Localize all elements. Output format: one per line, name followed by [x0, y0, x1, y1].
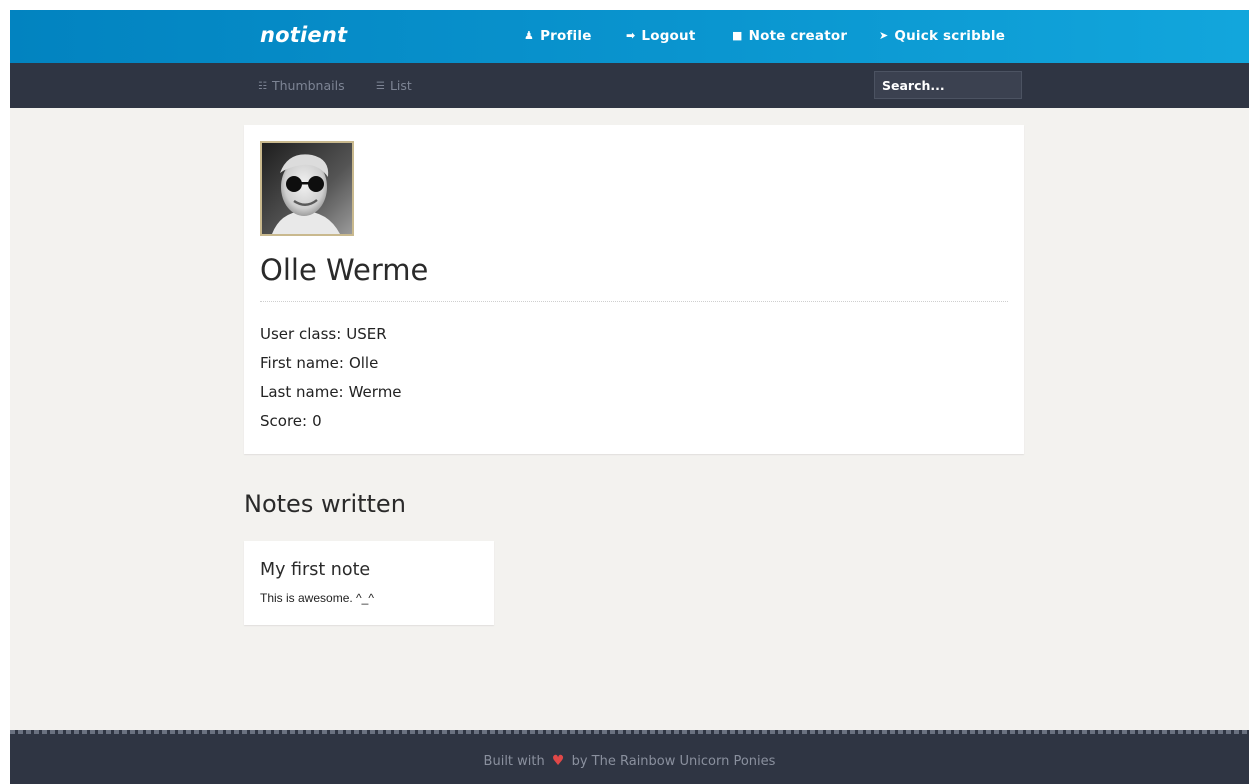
search-input[interactable] [874, 71, 1022, 99]
note-card[interactable]: My first note This is awesome. ^_^ [244, 541, 494, 625]
field-user-class-label: User class: [260, 325, 342, 343]
nav-logout[interactable]: ➡ Logout [626, 28, 696, 44]
field-user-class-value: USER [346, 325, 387, 343]
page-footer: Built with ♥ by The Rainbow Unicorn Poni… [10, 730, 1249, 784]
view-thumbnails-link[interactable]: ☷ Thumbnails [258, 78, 345, 93]
nav-profile[interactable]: ♟ Profile [524, 28, 592, 44]
nav-note-creator-label: Note creator [748, 28, 848, 44]
brand-logo[interactable]: notient [260, 23, 347, 47]
avatar-photo [262, 143, 352, 234]
avatar [260, 141, 354, 236]
view-list-label: List [389, 78, 412, 93]
footer-credit: Built with ♥ by The Rainbow Unicorn Poni… [10, 753, 1249, 769]
nav-quick-scribble-label: Quick scribble [894, 28, 1006, 44]
view-thumbnails-label: Thumbnails [271, 78, 345, 93]
field-score-value: 0 [312, 412, 322, 430]
nav-note-creator[interactable]: ■ Note creator [732, 28, 847, 44]
field-user-class: User class: USER [260, 325, 387, 343]
file-icon: ■ [732, 29, 743, 42]
user-icon: ♟ [524, 29, 535, 42]
view-toolbar: ☷ Thumbnails ☰ List [10, 63, 1249, 108]
nav-logout-label: Logout [641, 28, 696, 44]
field-first-name: First name: Olle [260, 354, 378, 372]
footer-divider [10, 730, 1249, 734]
nav-profile-label: Profile [540, 28, 592, 44]
note-title: My first note [260, 560, 371, 580]
field-first-name-label: First name: [260, 354, 344, 372]
profile-card: Olle Werme User class: USER First name: Ol… [244, 125, 1024, 454]
field-last-name-label: Last name: [260, 383, 344, 401]
app-frame: notient ♟ Profile ➡ Logout ■ Note creator ➤… [10, 10, 1249, 784]
nav-quick-scribble[interactable]: ➤ Quick scribble [879, 28, 1005, 44]
field-last-name: Last name: Werme [260, 383, 402, 401]
profile-name: Olle Werme [260, 253, 429, 287]
grid-icon: ☷ [258, 81, 267, 92]
rocket-icon: ➤ [879, 29, 889, 42]
note-body: This is awesome. ^_^ [260, 591, 374, 605]
heart-icon: ♥ [551, 753, 565, 769]
footer-suffix: by The Rainbow Unicorn Ponies [571, 754, 776, 769]
field-last-name-value: Werme [348, 383, 402, 401]
field-first-name-value: Olle [348, 354, 379, 372]
top-navbar: notient ♟ Profile ➡ Logout ■ Note creator ➤… [10, 10, 1249, 63]
logout-icon: ➡ [626, 29, 636, 42]
footer-prefix: Built with [483, 754, 545, 769]
field-score-label: Score: [260, 412, 308, 430]
notes-heading: Notes written [244, 490, 406, 518]
view-list-link[interactable]: ☰ List [376, 78, 412, 93]
list-icon: ☰ [376, 81, 385, 92]
field-score: Score: 0 [260, 412, 322, 430]
name-divider [260, 301, 1008, 302]
